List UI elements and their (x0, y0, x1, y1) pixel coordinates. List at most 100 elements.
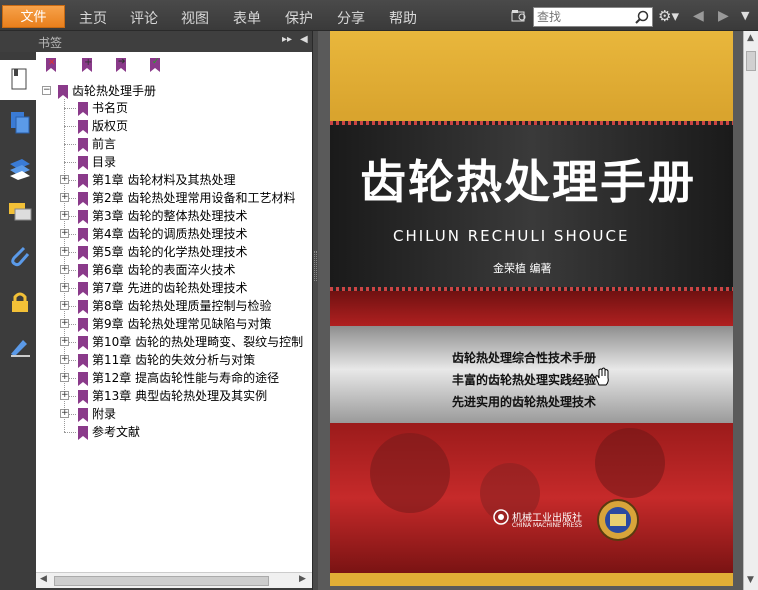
bookmark-label: 第7章 先进的齿轮热处理技术 (92, 281, 248, 295)
expand-toggle[interactable]: + (60, 355, 69, 364)
expand-toggle[interactable]: + (60, 247, 69, 256)
bookmark-icon (78, 281, 88, 296)
scroll-down-icon[interactable]: ▼ (747, 575, 754, 585)
bookmark-item[interactable]: 第13章 典型齿轮热处理及其实例 (78, 387, 267, 405)
cover-gear-image (330, 423, 733, 573)
search-icon[interactable] (635, 10, 649, 24)
expand-toggle[interactable]: + (60, 301, 69, 310)
bookmark-properties-icon[interactable]: ✓ (150, 57, 164, 72)
bookmark-label: 第10章 齿轮的热处理畸变、裂纹与控制 (92, 335, 304, 349)
tree-root-item[interactable]: 齿轮热处理手册 (58, 82, 156, 100)
search-box[interactable] (533, 7, 653, 27)
bookmark-label: 第1章 齿轮材料及其热处理 (92, 173, 236, 187)
bookmark-item[interactable]: 第2章 齿轮热处理常用设备和工艺材料 (78, 189, 295, 207)
root-collapse-toggle[interactable]: − (42, 86, 51, 95)
move-bookmark-icon[interactable]: ➔ (116, 57, 130, 72)
expand-toggle[interactable]: + (60, 319, 69, 328)
bookmark-label: 第6章 齿轮的表面淬火技术 (92, 263, 236, 277)
tree-horizontal-scrollbar[interactable]: ◀ ▶ (36, 572, 312, 588)
expand-toggle[interactable]: + (60, 409, 69, 418)
bookmark-label: 第4章 齿轮的调质热处理技术 (92, 227, 248, 241)
ribbon-collapse-icon[interactable]: ▼ (741, 10, 749, 21)
bookmark-icon (78, 101, 88, 116)
bookmark-label: 第5章 齿轮的化学热处理技术 (92, 245, 248, 259)
gear-icon[interactable]: ⚙▾ (658, 9, 679, 24)
menu-protect[interactable]: 保护 (285, 8, 313, 28)
bookmark-icon (78, 119, 88, 134)
navigation-sidebar (0, 52, 36, 590)
menu-help[interactable]: 帮助 (389, 8, 417, 28)
document-view[interactable]: 齿轮热处理手册 CHILUN RECHULI SHOUCE 金荣植 编著 齿轮热… (318, 31, 743, 590)
add-bookmark-icon[interactable]: + (82, 57, 96, 72)
collapse-panel-icon[interactable]: ◀ (300, 34, 308, 45)
pages-icon[interactable] (8, 110, 32, 134)
expand-toggle[interactable]: + (60, 193, 69, 202)
tree-connector (64, 162, 76, 163)
menu-form[interactable]: 表单 (233, 8, 261, 28)
scrollbar-thumb[interactable] (54, 576, 269, 586)
expand-toggle[interactable]: + (60, 391, 69, 400)
scrollbar-thumb-vertical[interactable] (746, 51, 756, 71)
bookmark-item[interactable]: 版权页 (78, 117, 128, 135)
file-menu-button[interactable]: 文件 (2, 5, 65, 28)
layers-icon[interactable] (8, 156, 32, 180)
bookmark-item[interactable]: 第7章 先进的齿轮热处理技术 (78, 279, 247, 297)
expand-toggle[interactable]: + (60, 337, 69, 346)
bookmark-icon (78, 137, 88, 152)
bookmark-item[interactable]: 第6章 齿轮的表面淬火技术 (78, 261, 235, 279)
menu-bar: 文件 主页 评论 视图 表单 保护 分享 帮助 ⚙▾ ◀ ▶ ▼ (0, 0, 758, 31)
comments-icon[interactable] (8, 200, 32, 224)
bookmark-icon (78, 353, 88, 368)
bookmark-item[interactable]: 书名页 (78, 99, 128, 117)
bookmark-icon (78, 155, 88, 170)
bookmark-item[interactable]: 第1章 齿轮材料及其热处理 (78, 171, 235, 189)
bookmark-item[interactable]: 目录 (78, 153, 116, 171)
bookmark-label: 第12章 提高齿轮性能与寿命的途径 (92, 371, 280, 385)
bookmark-label: 第8章 齿轮热处理质量控制与检验 (92, 299, 272, 313)
publisher-logo-icon (493, 509, 509, 525)
bookmark-panel-header: 书签 ▸▸ ◀ (0, 31, 314, 52)
bookmark-item[interactable]: 第3章 齿轮的整体热处理技术 (78, 207, 247, 225)
nav-bookmarks-tab[interactable] (0, 60, 36, 100)
bookmark-icon (78, 191, 88, 206)
signature-icon[interactable] (8, 334, 32, 358)
menu-view[interactable]: 视图 (181, 8, 209, 28)
tree-connector (64, 108, 76, 109)
expand-panel-icon[interactable]: ▸▸ (282, 34, 292, 45)
document-vertical-scrollbar[interactable]: ▲ ▼ (743, 31, 758, 590)
bookmark-item[interactable]: 参考文献 (78, 423, 140, 441)
bookmark-item[interactable]: 第5章 齿轮的化学热处理技术 (78, 243, 247, 261)
bookmark-icon (78, 389, 88, 404)
expand-toggle[interactable]: + (60, 211, 69, 220)
bookmark-icon (78, 245, 88, 260)
bookmark-label: 目录 (92, 155, 117, 169)
menu-home[interactable]: 主页 (79, 8, 107, 28)
expand-toggle[interactable]: + (60, 283, 69, 292)
search-input[interactable] (534, 8, 630, 26)
menu-comment[interactable]: 评论 (130, 8, 158, 28)
expand-toggle[interactable]: + (60, 175, 69, 184)
scroll-up-icon[interactable]: ▲ (747, 33, 754, 43)
forward-arrow-icon[interactable]: ▶ (718, 9, 729, 23)
expand-toggle[interactable]: + (60, 229, 69, 238)
cover-tagline-1: 齿轮热处理综合性技术手册 (452, 351, 597, 365)
bookmark-icon (78, 227, 88, 242)
bookmark-item[interactable]: 第10章 齿轮的热处理畸变、裂纹与控制 (78, 333, 303, 351)
back-arrow-icon[interactable]: ◀ (693, 9, 704, 23)
menu-share[interactable]: 分享 (337, 8, 365, 28)
expand-toggle[interactable]: + (60, 373, 69, 382)
bookmark-item[interactable]: 第11章 齿轮的失效分析与对策 (78, 351, 255, 369)
bookmark-item[interactable]: 前言 (78, 135, 116, 153)
attachment-icon[interactable] (8, 244, 32, 268)
bookmark-item[interactable]: 附录 (78, 405, 116, 423)
lock-icon[interactable] (8, 290, 32, 314)
delete-bookmark-icon[interactable]: ✕ (46, 57, 60, 72)
bookmark-item[interactable]: 第12章 提高齿轮性能与寿命的途径 (78, 369, 279, 387)
scroll-right-icon[interactable]: ▶ (299, 574, 306, 584)
bookmark-item[interactable]: 第9章 齿轮热处理常见缺陷与对策 (78, 315, 271, 333)
folder-search-icon[interactable] (511, 9, 527, 23)
bookmark-item[interactable]: 第4章 齿轮的调质热处理技术 (78, 225, 247, 243)
expand-toggle[interactable]: + (60, 265, 69, 274)
bookmark-item[interactable]: 第8章 齿轮热处理质量控制与检验 (78, 297, 271, 315)
scroll-left-icon[interactable]: ◀ (40, 574, 47, 584)
